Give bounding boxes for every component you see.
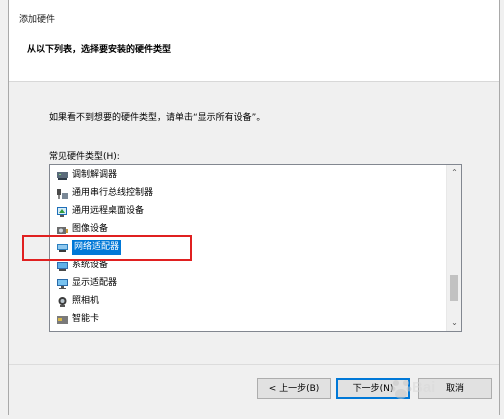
- webcam-icon: [56, 296, 69, 308]
- system-device-icon: [56, 260, 69, 272]
- list-item[interactable]: 照相机: [56, 294, 99, 309]
- camera-icon: [56, 224, 69, 236]
- dialog-header: 添加硬件 从以下列表，选择要安装的硬件类型: [9, 0, 499, 82]
- add-hardware-dialog: 添加硬件 从以下列表，选择要安装的硬件类型 如果看不到想要的硬件类型，请单击“显…: [8, 0, 500, 415]
- highlight-box: [22, 235, 192, 261]
- scroll-down-icon[interactable]: ⌄: [450, 317, 459, 329]
- hardware-list-label: 常见硬件类型(H):: [49, 152, 120, 162]
- scrollbar-thumb[interactable]: [450, 275, 458, 301]
- scroll-up-icon[interactable]: ⌃: [450, 167, 459, 179]
- list-item[interactable]: 通用远程桌面设备: [56, 204, 144, 219]
- dialog-content: 如果看不到想要的硬件类型，请单击“显示所有设备”。 常见硬件类型(H): 调制解…: [9, 82, 499, 364]
- paw-icon: [390, 380, 412, 399]
- display-adapter-icon: [56, 278, 69, 290]
- list-item[interactable]: 通用串行总线控制器: [56, 186, 153, 201]
- instruction-text: 如果看不到想要的硬件类型，请单击“显示所有设备”。: [49, 113, 266, 123]
- list-item[interactable]: 智能卡: [56, 312, 99, 327]
- smart-card-icon: [56, 314, 69, 326]
- list-scrollbar[interactable]: ⌃ ⌄: [446, 165, 461, 331]
- list-item[interactable]: 显示适配器: [56, 276, 117, 291]
- page-heading: 从以下列表，选择要安装的硬件类型: [27, 45, 172, 55]
- watermark-text: Bai: [412, 379, 436, 396]
- modem-icon: [56, 170, 69, 182]
- baidu-watermark: Bai: [390, 376, 465, 402]
- remote-desktop-icon: [56, 206, 69, 218]
- dialog-title: 添加硬件: [19, 15, 56, 25]
- usb-icon: [56, 188, 69, 200]
- list-item[interactable]: 调制解调器: [56, 168, 117, 183]
- back-button[interactable]: < 上一步(B): [257, 378, 331, 399]
